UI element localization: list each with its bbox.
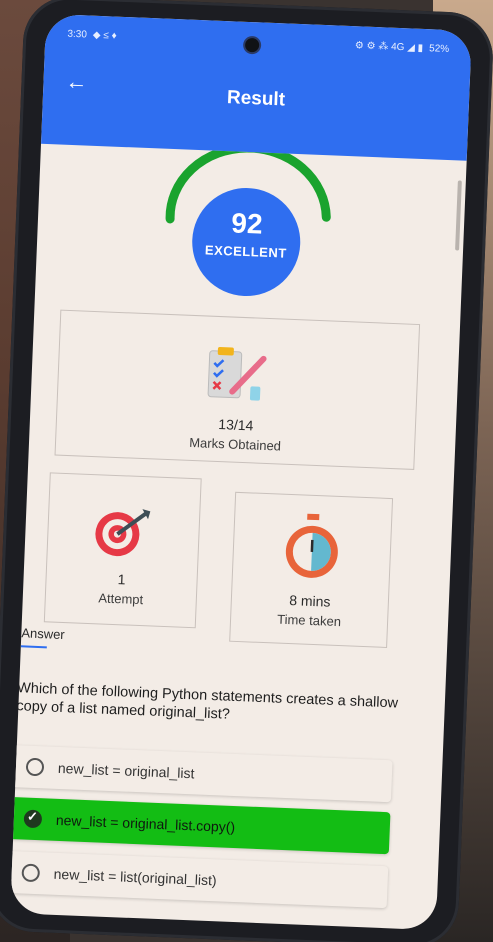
app-bar: 3:30 ◆ ≤ ♦ ⚙ ⚙ ⁂ 4G ◢ ▮ 52% ← Result <box>41 13 472 161</box>
answer-option-text: new_list = list(original_list) <box>53 865 217 889</box>
time-card: 8 mins Time taken <box>229 491 394 649</box>
time-value: 8 mins <box>288 592 331 610</box>
answer-option-1[interactable]: new_list = original_list <box>11 745 393 803</box>
phone-screen: 3:30 ◆ ≤ ♦ ⚙ ⚙ ⁂ 4G ◢ ▮ 52% ← Result 92 … <box>10 13 472 931</box>
score-section: 92 EXCELLENT <box>35 144 467 311</box>
attempt-label: Attempt <box>98 590 144 608</box>
radio-unselected-icon[interactable] <box>25 757 45 777</box>
answer-tab-indicator <box>20 645 47 649</box>
answer-option-2-correct[interactable]: new_list = original_list.copy() <box>10 797 391 855</box>
phone-frame: 3:30 ◆ ≤ ♦ ⚙ ⚙ ⁂ 4G ◢ ▮ 52% ← Result 92 … <box>0 0 493 942</box>
notification-icons: ◆ ≤ ♦ <box>92 29 117 42</box>
score-value: 92 <box>230 207 264 240</box>
answer-option-text: new_list = original_list.copy() <box>55 811 236 836</box>
dartboard-icon <box>95 509 151 557</box>
check-circle-icon[interactable] <box>23 809 43 829</box>
status-left: 3:30 ◆ ≤ ♦ <box>67 28 117 41</box>
score-label: EXCELLENT <box>204 242 288 261</box>
question-text: Which of the following Python statements… <box>16 680 399 723</box>
radio-unselected-icon[interactable] <box>21 863 41 883</box>
status-right: ⚙ ⚙ ⁂ 4G ◢ ▮ 52% <box>355 40 450 55</box>
marks-card: 13/14 Marks Obtained <box>54 309 421 470</box>
status-time: 3:30 <box>67 28 88 40</box>
answer-tab[interactable]: Answer <box>21 625 65 642</box>
clipboard-checklist-icon <box>207 347 267 401</box>
time-label: Time taken <box>276 611 342 630</box>
answer-option-text: new_list = original_list <box>57 759 195 782</box>
attempt-value: 1 <box>117 571 126 588</box>
battery-percent: 52% <box>428 42 450 55</box>
system-icons: ⚙ ⚙ ⁂ 4G ◢ ▮ <box>354 39 424 54</box>
page-title: Result <box>226 87 286 111</box>
answer-option-3[interactable]: new_list = list(original_list) <box>10 850 389 909</box>
attempt-card: 1 Attempt <box>43 472 202 629</box>
stopwatch-icon <box>285 513 338 578</box>
